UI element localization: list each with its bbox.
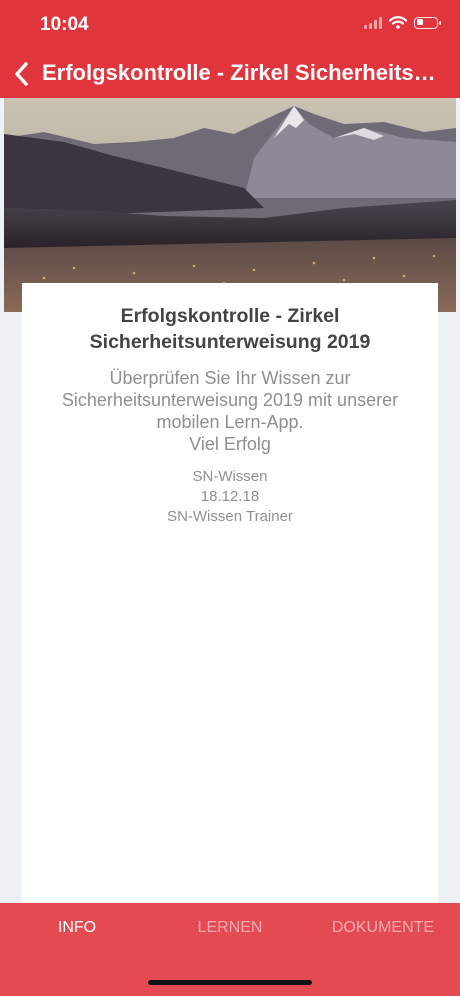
- hero-image: [4, 98, 456, 312]
- course-description: Überprüfen Sie Ihr Wissen zur Sicherheit…: [61, 368, 399, 454]
- battery-level: [416, 19, 423, 25]
- course-author: SN-Wissen: [192, 468, 268, 485]
- home-indicator: [148, 980, 312, 985]
- tab-lernen[interactable]: LERNEN: [190, 919, 270, 937]
- tab-dokumente[interactable]: DOKUMENTE: [322, 919, 444, 937]
- page-title: Erfolgskontrolle - Zirkel Sicherheitsunt…: [42, 60, 442, 85]
- status-bar: 10:04: [0, 0, 460, 50]
- cellular-signal-icon: [364, 16, 382, 29]
- course-trainer: SN-Wissen Trainer: [167, 508, 293, 525]
- course-title: Erfolgskontrolle - Zirkel Sicherheitsunt…: [89, 305, 371, 353]
- course-meta: SN-Wissen 18.12.18 SN-Wissen Trainer: [22, 467, 438, 527]
- tab-info[interactable]: INFO: [38, 919, 116, 937]
- navigation-bar: Erfolgskontrolle - Zirkel Sicherheitsunt…: [0, 50, 460, 98]
- course-info-card: Erfolgskontrolle - Zirkel Sicherheitsunt…: [22, 283, 438, 903]
- battery-icon: [414, 16, 441, 29]
- status-icons: [364, 16, 441, 29]
- status-time: 10:04: [40, 14, 89, 35]
- course-date: 18.12.18: [200, 488, 260, 505]
- back-chevron-icon[interactable]: [12, 60, 32, 88]
- wifi-icon: [389, 16, 407, 29]
